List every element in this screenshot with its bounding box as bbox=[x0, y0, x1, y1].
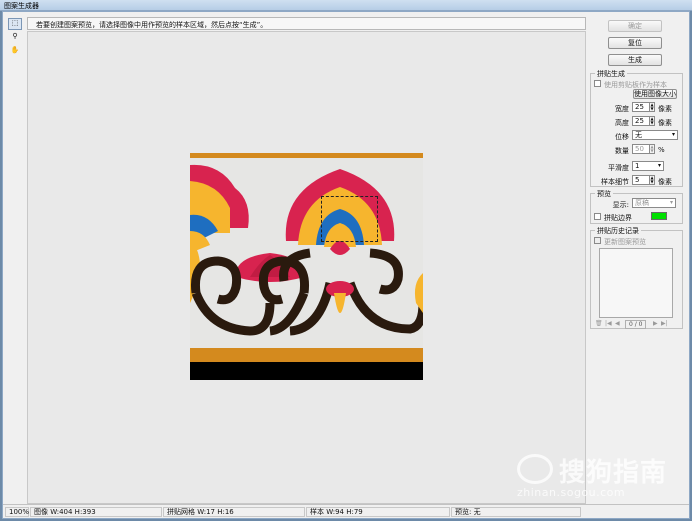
width-unit: 像素 bbox=[658, 105, 672, 113]
tile-boundaries-row: 拼贴边界 bbox=[591, 211, 684, 222]
tool-palette: ⬚ ⚲ ✋ bbox=[8, 18, 28, 60]
offset-value: 无 bbox=[635, 131, 642, 139]
previous-icon[interactable]: ◀ bbox=[615, 320, 620, 327]
zoom-tool-icon[interactable]: ⚲ bbox=[8, 32, 22, 44]
amount-unit: % bbox=[658, 146, 665, 154]
history-counter: 0 / 0 bbox=[625, 320, 647, 329]
sample-detail-row: 样本细节 5 ▲ ▼ 像素 bbox=[591, 175, 684, 186]
tile-history-group: 拼贴历史记录 更新图案预览 🗑 |◀ ◀ 0 / 0 ▶ ▶| bbox=[590, 226, 684, 329]
use-clipboard-row: 使用剪贴板作为样本 bbox=[591, 78, 684, 89]
sample-detail-input[interactable]: 5 bbox=[632, 175, 650, 185]
tile-boundaries-label: 拼贴边界 bbox=[604, 214, 632, 222]
settings-panel: 确定 复位 生成 拼贴生成 使用剪贴板作为样本 使用图像大小 宽度 25 ▲ ▼ … bbox=[586, 12, 690, 509]
next-icon[interactable]: ▶ bbox=[653, 320, 658, 327]
first-icon[interactable]: |◀ bbox=[605, 320, 612, 327]
watermark-url: zhinan.sogou.com bbox=[517, 486, 626, 499]
width-input[interactable]: 25 bbox=[632, 102, 650, 112]
tile-grid-status: 拼贴网格 W:17 H:16 bbox=[163, 507, 305, 517]
trash-icon[interactable]: 🗑 bbox=[595, 320, 603, 327]
use-image-size-button[interactable]: 使用图像大小 bbox=[633, 89, 677, 99]
instruction-text: 若要创建图案预览，请选择图像中用作预览的样本区域，然后点按“生成”。 bbox=[27, 17, 586, 30]
update-preview-label: 更新图案预览 bbox=[604, 238, 646, 246]
image-size-status: 图像 W:404 H:393 bbox=[30, 507, 162, 517]
smoothness-select[interactable]: 1 ▾ bbox=[632, 161, 664, 171]
sogou-logo-icon bbox=[517, 454, 553, 484]
ornament-artwork bbox=[190, 153, 423, 380]
tile-boundaries-checkbox[interactable] bbox=[594, 213, 601, 220]
watermark: 搜狗指南 zhinan.sogou.com bbox=[517, 452, 667, 504]
reset-button[interactable]: 复位 bbox=[608, 37, 662, 49]
show-label: 显示: bbox=[612, 201, 629, 209]
marquee-tool-icon[interactable]: ⬚ bbox=[8, 18, 22, 30]
image-canvas[interactable] bbox=[27, 31, 586, 504]
zoom-level: 100% bbox=[5, 507, 29, 517]
offset-label: 位移 bbox=[615, 133, 629, 141]
smoothness-label: 平滑度 bbox=[608, 164, 629, 172]
offset-row: 位移 无 ▾ bbox=[591, 130, 684, 141]
height-unit: 像素 bbox=[658, 119, 672, 127]
window-title: 图案生成器 bbox=[4, 2, 39, 10]
last-icon[interactable]: ▶| bbox=[661, 320, 668, 327]
height-label: 高度 bbox=[615, 119, 629, 127]
hand-tool-icon[interactable]: ✋ bbox=[8, 46, 22, 58]
watermark-text: 搜狗指南 bbox=[559, 458, 668, 488]
source-image[interactable] bbox=[190, 153, 423, 380]
height-input[interactable]: 25 bbox=[632, 116, 650, 126]
ok-button[interactable]: 确定 bbox=[608, 20, 662, 32]
sample-detail-spinner[interactable]: ▲ ▼ bbox=[650, 175, 655, 185]
boundary-color-swatch[interactable] bbox=[651, 212, 667, 220]
sample-size-status: 样本 W:94 H:79 bbox=[306, 507, 450, 517]
width-label: 宽度 bbox=[615, 105, 629, 113]
amount-spinner[interactable]: ▲ ▼ bbox=[650, 144, 655, 154]
smoothness-row: 平滑度 1 ▾ bbox=[591, 161, 684, 172]
chevron-down-icon: ▾ bbox=[657, 162, 661, 169]
history-navigation: 🗑 |◀ ◀ 0 / 0 ▶ ▶| bbox=[595, 320, 681, 329]
sample-selection-marquee[interactable] bbox=[321, 196, 378, 242]
update-preview-row: 更新图案预览 bbox=[591, 235, 684, 246]
tile-generation-group: 拼贴生成 使用剪贴板作为样本 使用图像大小 宽度 25 ▲ ▼ 像素 高度 25 … bbox=[590, 69, 684, 187]
amount-label: 数量 bbox=[615, 147, 629, 155]
status-bar: 100% 图像 W:404 H:393 拼贴网格 W:17 H:16 样本 W:… bbox=[3, 504, 689, 518]
chevron-down-icon: ▾ bbox=[671, 131, 675, 138]
sample-detail-label: 样本细节 bbox=[601, 178, 629, 186]
show-row: 显示: 原稿 ▾ bbox=[591, 198, 684, 209]
use-clipboard-checkbox[interactable] bbox=[594, 80, 601, 87]
show-select[interactable]: 原稿 ▾ bbox=[632, 198, 676, 208]
sample-detail-unit: 像素 bbox=[658, 178, 672, 186]
amount-row: 数量 50 ▲ ▼ % bbox=[591, 144, 684, 155]
width-spinner[interactable]: ▲ ▼ bbox=[650, 102, 655, 112]
chevron-down-icon: ▾ bbox=[669, 199, 673, 206]
show-value: 原稿 bbox=[635, 199, 649, 207]
title-bar: 图案生成器 bbox=[0, 0, 692, 11]
smoothness-value: 1 bbox=[635, 162, 640, 170]
amount-input[interactable]: 50 bbox=[632, 144, 650, 154]
history-thumbnail bbox=[599, 248, 673, 318]
offset-select[interactable]: 无 ▾ bbox=[632, 130, 678, 140]
height-row: 高度 25 ▲ ▼ 像素 bbox=[591, 116, 684, 127]
height-spinner[interactable]: ▲ ▼ bbox=[650, 116, 655, 126]
pattern-maker-dialog: ⬚ ⚲ ✋ 若要创建图案预览，请选择图像中用作预览的样本区域，然后点按“生成”。 bbox=[2, 11, 690, 519]
preview-status: 预览: 无 bbox=[451, 507, 581, 517]
preview-group: 预览 显示: 原稿 ▾ 拼贴边界 bbox=[590, 189, 684, 224]
generate-button[interactable]: 生成 bbox=[608, 54, 662, 66]
update-preview-checkbox[interactable] bbox=[594, 237, 601, 244]
width-row: 宽度 25 ▲ ▼ 像素 bbox=[591, 102, 684, 113]
